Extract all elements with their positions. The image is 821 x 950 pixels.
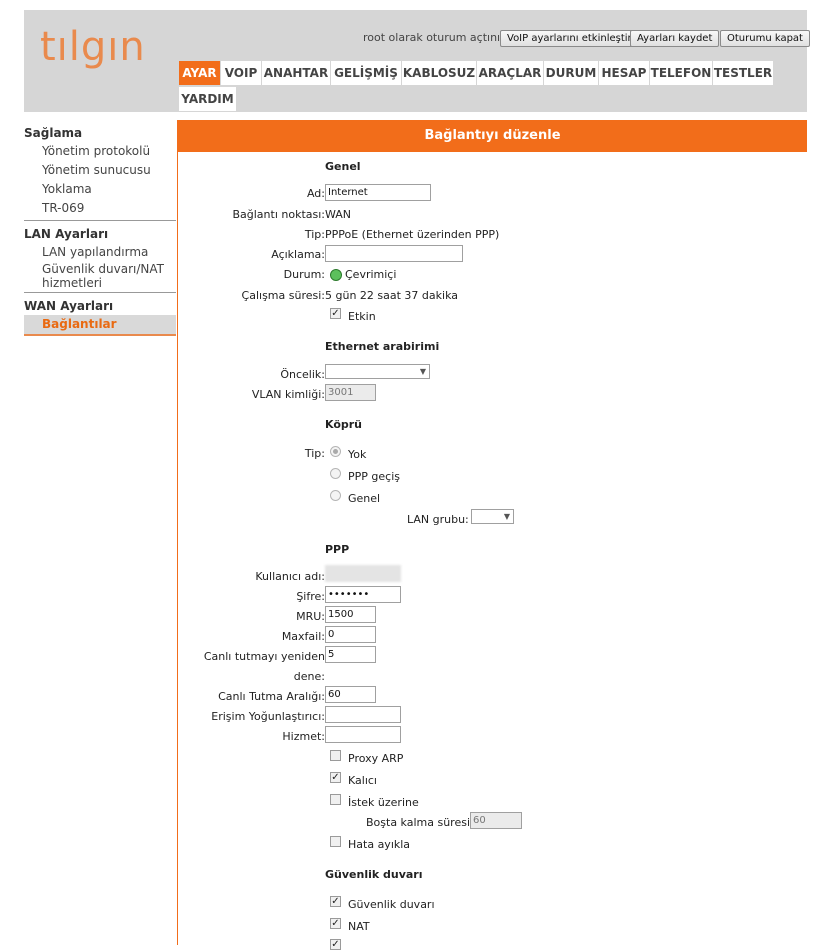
firewall-label: Güvenlik duvarı (348, 898, 435, 911)
sidebar-group-lan: LAN Ayarları (24, 227, 109, 241)
chevron-down-icon: ▼ (419, 367, 426, 376)
debug-label: Hata ayıkla (348, 838, 411, 851)
page-title: Bağlantıyı düzenle (178, 120, 807, 152)
firewall-checkbox[interactable]: ✓ (330, 896, 341, 907)
keepalive-interval-input[interactable]: 60 (325, 686, 376, 703)
sidebar-item-tr069[interactable]: TR-069 (24, 199, 176, 218)
persistent-label: Kalıcı (348, 774, 377, 787)
proxy-arp-label: Proxy ARP (348, 752, 404, 765)
bridge-none-label: Yok (348, 448, 367, 461)
keepalive-retry-label-cont: dene: (293, 670, 325, 683)
tab-yardim[interactable]: YARDIM (179, 87, 236, 111)
on-demand-label: İstek üzerine (348, 796, 419, 809)
conn-point-label: Bağlantı noktası: (232, 208, 325, 221)
chevron-down-icon: ▼ (503, 512, 510, 521)
bridge-type-label: Tip: (304, 447, 325, 460)
enabled-checkbox[interactable]: ✓ (330, 308, 341, 319)
name-input[interactable]: Internet (325, 184, 431, 201)
lan-group-select[interactable]: ▼ (471, 509, 514, 524)
bridge-ppp-label: PPP geçiş (348, 470, 400, 483)
online-status-icon (330, 269, 342, 281)
sidebar-divider (24, 220, 176, 221)
bridge-none-radio[interactable] (330, 446, 341, 457)
sidebar: Sağlama Yönetim protokolü Yönetim sunucu… (24, 124, 176, 336)
maxfail-input[interactable]: 0 (325, 626, 376, 643)
name-label: Ad: (306, 187, 325, 200)
username-label: Kullanıcı adı: (255, 570, 325, 583)
tab-telefon[interactable]: TELEFON (650, 61, 712, 85)
type-value: PPPoE (Ethernet üzerinden PPP) (325, 228, 500, 241)
enabled-label: Etkin (348, 310, 376, 323)
access-concentrator-label: Erişim Yoğunlaştırıcı: (211, 710, 325, 723)
priority-label: Öncelik: (280, 368, 325, 381)
tab-araclar[interactable]: ARAÇLAR (477, 61, 543, 85)
sidebar-item-polling[interactable]: Yoklama (24, 180, 176, 199)
service-input[interactable] (325, 726, 401, 743)
mru-label: MRU: (296, 610, 325, 623)
status-label: Durum: (283, 268, 325, 281)
section-ethernet: Ethernet arabirimi (325, 340, 440, 353)
password-label: Şifre: (296, 590, 325, 603)
uptime-label: Çalışma süresi: (241, 289, 325, 302)
tab-anahtar[interactable]: ANAHTAR (262, 61, 330, 85)
header: tılgın root olarak oturum açtınız. VoIP … (24, 10, 810, 112)
tilgin-logo: tılgın (40, 24, 146, 70)
mru-input[interactable]: 1500 (325, 606, 376, 623)
conn-point-value: WAN (325, 208, 352, 221)
description-input[interactable] (325, 245, 463, 262)
save-settings-button[interactable]: Ayarları kaydet (630, 30, 720, 47)
sidebar-item-lan-config[interactable]: LAN yapılandırma (24, 243, 176, 262)
keepalive-interval-label: Canlı Tutma Aralığı: (218, 690, 325, 703)
section-ppp: PPP (325, 543, 350, 556)
nat-label: NAT (348, 920, 370, 933)
content-border (177, 120, 178, 945)
logout-button[interactable]: Oturumu kapat (720, 30, 810, 47)
vlan-input[interactable]: 3001 (325, 384, 376, 401)
access-concentrator-input[interactable] (325, 706, 401, 723)
lan-group-label: LAN grubu: (407, 513, 469, 526)
enable-voip-button[interactable]: VoIP ayarlarını etkinleştir (500, 30, 639, 47)
keepalive-retry-input[interactable]: 5 (325, 646, 376, 663)
sidebar-item-connections[interactable]: Bağlantılar (24, 315, 176, 336)
uptime-value: 5 gün 22 saat 37 dakika (325, 289, 458, 302)
tab-ayar[interactable]: AYAR (179, 61, 220, 85)
bridge-general-label: Genel (348, 492, 381, 505)
priority-select[interactable]: ▼ (325, 364, 430, 379)
tab-gelismis[interactable]: GELİŞMİŞ (331, 61, 401, 85)
maxfail-label: Maxfail: (281, 630, 325, 643)
sidebar-group-provisioning: Sağlama (24, 126, 83, 140)
on-demand-checkbox[interactable] (330, 794, 341, 805)
vlan-label: VLAN kimliği: (251, 388, 325, 401)
type-label: Tip: (304, 228, 325, 241)
proxy-arp-checkbox[interactable] (330, 750, 341, 761)
description-label: Açıklama: (271, 248, 325, 261)
tab-hesap[interactable]: HESAP (599, 61, 649, 85)
password-input[interactable]: ••••••• (325, 586, 401, 603)
bridge-ppp-radio[interactable] (330, 468, 341, 479)
section-general: Genel (325, 160, 361, 173)
service-label: Hizmet: (282, 730, 325, 743)
debug-checkbox[interactable] (330, 836, 341, 847)
idle-time-label: Boşta kalma süresi: (366, 816, 474, 829)
section-bridge: Köprü (325, 418, 363, 431)
tab-voip[interactable]: VOIP (221, 61, 261, 85)
sidebar-item-mgmt-protocol[interactable]: Yönetim protokolü (24, 142, 176, 161)
bridge-general-radio[interactable] (330, 490, 341, 501)
username-input-redacted[interactable] (325, 565, 401, 582)
login-status-text: root olarak oturum açtınız. (363, 31, 510, 44)
status-value: Çevrimiçi (345, 268, 397, 281)
tab-durum[interactable]: DURUM (544, 61, 598, 85)
keepalive-retry-label: Canlı tutmayı yeniden (203, 650, 325, 663)
sidebar-item-mgmt-server[interactable]: Yönetim sunucusu (24, 161, 176, 180)
nat-checkbox[interactable]: ✓ (330, 918, 341, 929)
section-firewall: Güvenlik duvarı (325, 868, 423, 881)
tab-testler[interactable]: TESTLER (713, 61, 773, 85)
sidebar-item-firewall-nat[interactable]: Güvenlik duvarı/NAT hizmetleri (24, 262, 176, 290)
tab-kablosuz[interactable]: KABLOSUZ (402, 61, 476, 85)
persistent-checkbox[interactable]: ✓ (330, 772, 341, 783)
sidebar-group-wan: WAN Ayarları (24, 299, 114, 313)
idle-time-input[interactable]: 60 (470, 812, 522, 829)
sidebar-divider (24, 292, 176, 293)
